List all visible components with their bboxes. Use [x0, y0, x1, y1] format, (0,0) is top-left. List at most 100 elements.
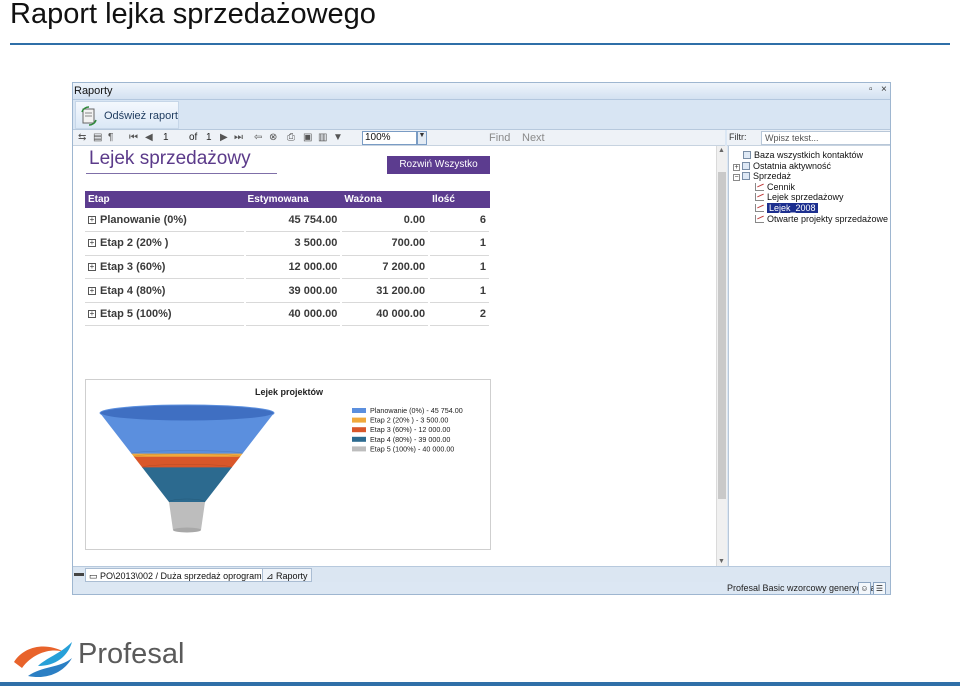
folder-icon: [743, 151, 751, 159]
stop-icon[interactable]: ⊗: [269, 132, 277, 144]
filter-bar: Filtr: Wpisz tekst...: [727, 130, 890, 146]
tree-item-label: Sprzedaż: [753, 171, 792, 182]
print-icon[interactable]: ⎙: [287, 132, 295, 144]
tree-collapse-icon[interactable]: −: [733, 174, 740, 182]
legend-label: Etap 3 (60%) - 12 000.00: [370, 425, 450, 434]
expand-row-icon[interactable]: +: [88, 262, 96, 271]
tree-item-label: Lejek_2008: [767, 203, 818, 213]
tree-item-label: Cennik: [767, 181, 796, 192]
wazona-cell: 31 200.00: [341, 278, 431, 303]
parameters-icon[interactable]: ▤: [93, 132, 102, 144]
next-page-icon[interactable]: ▶: [220, 132, 228, 144]
tree-item[interactable]: Cennik: [755, 182, 795, 192]
title-divider: [10, 43, 950, 45]
tree-item[interactable]: Baza wszystkich kontaktów: [743, 150, 863, 160]
column-header[interactable]: Ilość: [429, 191, 490, 208]
estymowana-cell: 45 754.00: [244, 208, 343, 233]
close-icon[interactable]: ×: [881, 84, 887, 95]
tree-item[interactable]: − Sprzedaż: [733, 171, 792, 182]
find-next-link[interactable]: Next: [522, 132, 545, 144]
restore-icon[interactable]: ▫: [869, 84, 873, 95]
tree-item-label: Ostatnia aktywność: [753, 160, 832, 171]
tree-item[interactable]: + Ostatnia aktywność: [733, 161, 831, 171]
legend-label: Etap 5 (100%) - 40 000.00: [370, 444, 454, 453]
info-icon[interactable]: ☰: [873, 582, 886, 594]
funnel-chart: Lejek projektów Planowanie (0%) - 45 754.…: [85, 379, 491, 550]
report-toolbar: ⇆ ▤ ¶ ⏮ ◀ 1 of 1 ▶ ⏭ ⇦ ⊗ ⎙ ▣ ▥ ▼ 100% ▼ …: [73, 130, 725, 146]
stage-label: Etap 5 (100%): [100, 308, 172, 321]
stage-cell: + Etap 5 (100%): [85, 302, 246, 327]
tree-item-label: Baza wszystkich kontaktów: [754, 150, 864, 160]
tree-item[interactable]: Lejek sprzedażowy: [755, 192, 844, 202]
stage-label: Etap 2 (20% ): [100, 237, 169, 250]
wazona-cell: 40 000.00: [341, 302, 431, 327]
document-map-icon[interactable]: ⇆: [78, 132, 86, 144]
stage-label: Etap 3 (60%): [100, 260, 166, 273]
legend-swatch: [352, 436, 366, 442]
column-header[interactable]: Ważona: [341, 191, 430, 208]
reports-window: Raporty ▫ × Odśwież raport ⇆ ▤ ¶ ⏮ ◀ 1 o…: [72, 82, 891, 595]
tree-item[interactable]: Lejek_2008: [755, 203, 818, 213]
chart-icon: ⊿: [266, 571, 277, 581]
column-header[interactable]: Etap: [85, 191, 245, 208]
window-title: Raporty: [74, 85, 113, 97]
table-row[interactable]: + Planowanie (0%) 45 754.00 0.00 6: [85, 208, 491, 233]
table-row[interactable]: + Etap 2 (20% ) 3 500.00 700.00 1: [85, 231, 491, 256]
zoom-dropdown-icon[interactable]: ▼: [417, 131, 427, 145]
legend-swatch: [352, 417, 366, 423]
report-vertical-scrollbar[interactable]: ▲ ▼: [716, 146, 727, 566]
profesal-logo-text: Profesal: [78, 638, 185, 670]
table-row[interactable]: + Etap 3 (60%) 12 000.00 7 200.00 1: [85, 255, 491, 280]
expand-row-icon[interactable]: +: [88, 239, 96, 248]
status-text: Profesal Basic wzorcowy generyczna: [727, 583, 876, 593]
find-link[interactable]: Find: [489, 132, 510, 144]
last-page-icon[interactable]: ⏭: [234, 132, 243, 144]
expand-row-icon[interactable]: +: [88, 310, 96, 319]
expand-all-button[interactable]: Rozwiń Wszystko: [387, 156, 490, 174]
footer-divider: [0, 682, 960, 686]
status-bar: Profesal Basic wzorcowy generyczna ☺ ☰: [73, 582, 890, 594]
wazona-cell: 700.00: [341, 231, 431, 256]
tree-item-label: Lejek sprzedażowy: [767, 192, 844, 203]
expand-row-icon[interactable]: +: [88, 286, 96, 295]
first-page-icon[interactable]: ⏮: [129, 132, 138, 144]
tab-reports[interactable]: ⊿ Raporty: [262, 568, 312, 582]
app-menu-icon[interactable]: ▬: [74, 568, 84, 580]
funnel-top-rim: [99, 404, 275, 422]
funnel-segment: [142, 467, 232, 502]
report-title-underline: [86, 173, 277, 174]
refresh-report-button[interactable]: Odśwież raport: [75, 101, 179, 129]
filter-input[interactable]: Wpisz tekst...: [761, 131, 890, 145]
legend-label: Etap 2 (20% ) - 3 500.00: [370, 416, 448, 425]
funnel-stem-bottom: [173, 527, 201, 533]
print-layout-icon[interactable]: ▣: [303, 132, 312, 144]
tree-expand-icon[interactable]: +: [733, 163, 740, 171]
current-page-number[interactable]: 1: [163, 132, 169, 143]
previous-page-icon[interactable]: ◀: [145, 132, 153, 144]
legend-swatch: [352, 427, 366, 433]
expand-row-icon[interactable]: +: [88, 215, 96, 224]
tree-item[interactable]: Otwarte projekty sprzedażowe: [755, 214, 888, 224]
legend-label: Etap 4 (80%) - 39 000.00: [370, 435, 450, 444]
funnel-segment: [169, 502, 205, 530]
slide-title: Raport lejka sprzedażowego: [10, 0, 376, 30]
table-row[interactable]: + Etap 4 (80%) 39 000.00 31 200.00 1: [85, 278, 491, 303]
scroll-down-icon[interactable]: ▼: [718, 558, 725, 565]
ribbon: Odśwież raport: [73, 100, 890, 130]
scrollbar-thumb[interactable]: [718, 172, 726, 499]
column-header[interactable]: Estymowana: [244, 191, 342, 208]
estymowana-cell: 40 000.00: [244, 302, 343, 327]
user-icon[interactable]: ☺: [858, 582, 871, 594]
back-icon[interactable]: ⇦: [254, 132, 262, 144]
slide: Raport lejka sprzedażowego Raporty ▫ × O…: [0, 0, 960, 686]
table-header-row: Etap Estymowana Ważona Ilość: [85, 191, 490, 208]
page-setup-icon[interactable]: ▥: [318, 132, 327, 144]
export-icon[interactable]: ▼: [333, 132, 343, 144]
scroll-up-icon[interactable]: ▲: [718, 147, 725, 154]
refresh-icon: [81, 106, 97, 126]
back-to-parent-icon[interactable]: ¶: [108, 132, 113, 144]
table-row[interactable]: + Etap 5 (100%) 40 000.00 40 000.00 2: [85, 302, 491, 327]
ilosc-cell: 2: [429, 302, 491, 327]
legend-swatch: [352, 408, 366, 413]
zoom-select[interactable]: 100%: [362, 131, 417, 145]
